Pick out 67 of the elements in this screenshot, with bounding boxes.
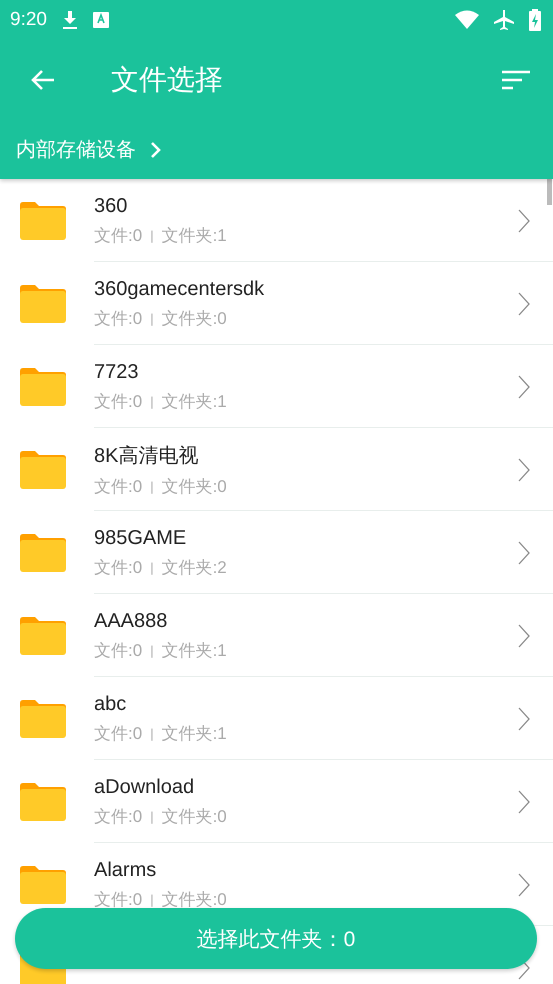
chevron-right-icon [518, 458, 530, 482]
folder-icon [20, 368, 66, 406]
file-count: 文件:0 [94, 640, 142, 662]
folder-count: 文件夹:0 [162, 476, 227, 498]
chevron-right-icon [150, 140, 162, 158]
separator: | [150, 726, 154, 740]
download-icon [60, 10, 79, 30]
chevron-right-icon [518, 790, 530, 814]
separator: | [150, 560, 154, 574]
file-count: 文件:0 [94, 224, 142, 246]
chevron-right-icon [518, 374, 530, 398]
folder-icon [20, 782, 66, 820]
folder-name: 7723 [94, 360, 140, 384]
separator: | [150, 310, 154, 326]
folder-icon [20, 202, 66, 240]
folder-name: Alarms [94, 858, 158, 882]
folder-icon [20, 700, 66, 738]
file-count: 文件:0 [94, 476, 142, 498]
folder-name: 360 [94, 194, 128, 218]
folder-name: AAA888 [94, 610, 168, 632]
status-time: 9:20 [10, 9, 47, 31]
scrollbar [547, 179, 552, 205]
battery-icon [529, 9, 541, 31]
folder-count: 文件夹:0 [162, 888, 227, 910]
folder-icon [20, 866, 66, 904]
separator: | [150, 394, 154, 408]
chevron-right-icon [518, 208, 530, 232]
separator: | [150, 228, 154, 242]
back-arrow-icon[interactable] [30, 68, 56, 92]
file-count: 文件:0 [94, 390, 142, 412]
file-count: 文件:0 [94, 806, 142, 828]
chevron-right-icon [518, 292, 530, 316]
folder-icon [20, 450, 66, 488]
file-count: 文件:0 [94, 556, 142, 578]
folder-count: 文件夹:2 [162, 556, 227, 578]
airplane-icon [493, 9, 515, 31]
chevron-right-icon [518, 540, 530, 564]
folder-name: 360gamecentersdk [94, 278, 266, 300]
keyboard-app-icon [92, 12, 109, 28]
sort-icon[interactable] [501, 70, 531, 90]
folder-count: 文件夹:1 [162, 640, 227, 662]
separator: | [150, 642, 154, 658]
folder-name: aDownload [94, 776, 196, 798]
folder-icon [20, 284, 66, 322]
folder-name: 8K高清电视 [94, 444, 200, 468]
folder-count: 文件夹:0 [162, 308, 227, 330]
wifi-icon [455, 10, 479, 30]
separator: | [150, 478, 154, 494]
folder-count: 文件夹:1 [162, 722, 227, 744]
select-folder-button[interactable]: 选择此文件夹：0 [15, 908, 537, 969]
file-count: 文件:0 [94, 888, 142, 910]
folder-count: 文件夹:1 [162, 224, 227, 246]
file-count: 文件:0 [94, 308, 142, 330]
folder-name: 985GAME [94, 526, 188, 550]
folder-icon [20, 534, 66, 572]
separator: | [150, 892, 154, 906]
separator: | [150, 808, 154, 824]
breadcrumb-item[interactable]: 内部存储设备 [16, 136, 136, 163]
file-count: 文件:0 [94, 722, 142, 744]
chevron-right-icon [518, 872, 530, 896]
folder-name: abc [94, 692, 128, 716]
page-title: 文件选择 [111, 63, 224, 97]
folder-icon [20, 616, 66, 654]
folder-count: 文件夹:0 [162, 806, 227, 828]
chevron-right-icon [518, 706, 530, 730]
chevron-right-icon [518, 624, 530, 648]
folder-count: 文件夹:1 [162, 390, 227, 412]
